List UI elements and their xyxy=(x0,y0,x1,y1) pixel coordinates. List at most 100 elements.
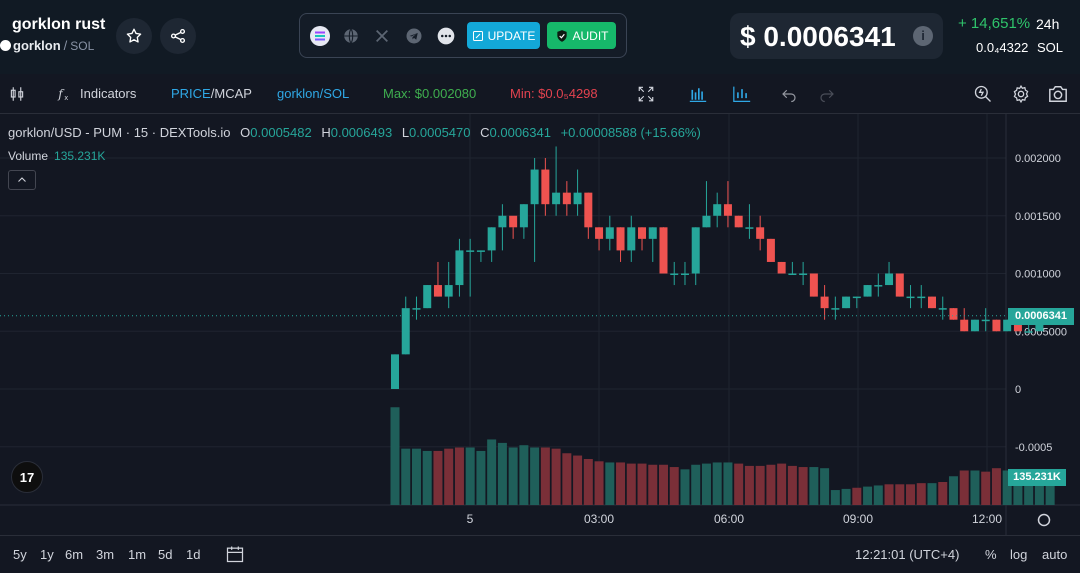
candle-body xyxy=(648,227,657,239)
price-chart[interactable]: 0.0020000.0015000.0010000.00050000-0.000… xyxy=(0,114,1080,535)
price-mcap-toggle[interactable]: PRICE/MCAP xyxy=(171,86,252,101)
indicators-button[interactable]: Indicators xyxy=(80,86,136,101)
candle-body xyxy=(874,285,883,287)
sol-price-unit: SOL xyxy=(1037,40,1064,55)
percent-scale-toggle[interactable]: % xyxy=(985,547,997,562)
volume-bar xyxy=(551,448,561,505)
volume-bar xyxy=(873,485,883,505)
candle-body xyxy=(541,169,550,205)
candle-body xyxy=(455,250,464,286)
volume-bar xyxy=(648,464,658,505)
legend-open-value: 0.0005482 xyxy=(250,125,312,140)
range-1y[interactable]: 1y xyxy=(40,547,54,562)
range-1m[interactable]: 1m xyxy=(128,547,146,562)
volume-bar xyxy=(583,459,593,505)
candle-body xyxy=(992,319,1001,332)
range-3m[interactable]: 3m xyxy=(96,547,114,562)
undo-icon[interactable] xyxy=(778,83,800,105)
candle-body xyxy=(831,308,840,310)
bottom-bar: 5y 1y 6m 3m 1m 5d 1d 12:21:01 (UTC+4) % … xyxy=(0,535,1080,573)
token-header: gorklon rust gorklon / SOL UPDATE AUDIT … xyxy=(0,0,1080,74)
info-icon[interactable]: i xyxy=(913,26,933,46)
indicators-fx-icon[interactable]: fx xyxy=(54,83,76,105)
price-display: $ 0.0006341 i xyxy=(730,13,943,59)
auto-scale-toggle[interactable]: auto xyxy=(1042,547,1067,562)
svg-text:x: x xyxy=(64,94,68,102)
candle-body xyxy=(885,273,894,286)
share-button[interactable] xyxy=(160,18,196,54)
candle-body xyxy=(680,273,689,275)
volume-value: 135.231K xyxy=(54,149,106,163)
telegram-icon[interactable] xyxy=(404,26,424,46)
update-button[interactable]: UPDATE xyxy=(467,22,540,49)
sol-price: 0.0₄4322 xyxy=(976,40,1029,55)
volume-bar xyxy=(497,442,507,505)
candle-body xyxy=(423,285,432,309)
calendar-icon[interactable] xyxy=(225,544,245,569)
volume-bar xyxy=(852,487,862,505)
x-twitter-icon[interactable] xyxy=(372,26,392,46)
legend-close-key: C xyxy=(480,125,490,140)
range-6m[interactable]: 6m xyxy=(65,547,83,562)
volume-bar xyxy=(487,439,497,505)
website-globe-icon[interactable] xyxy=(341,26,361,46)
candle-body xyxy=(938,308,947,310)
token-pair: gorklon / SOL xyxy=(0,38,94,53)
volume-bar xyxy=(444,448,454,505)
candle-body xyxy=(928,296,936,309)
chart-type-candles-icon[interactable] xyxy=(6,83,28,105)
legend-low-value: 0.0005470 xyxy=(409,125,471,140)
collapse-legend-button[interactable] xyxy=(8,170,36,190)
line-chart-icon[interactable] xyxy=(731,83,753,105)
candle-body xyxy=(627,227,636,251)
volume-bar xyxy=(390,407,400,505)
change-period: 24h xyxy=(1036,16,1060,32)
last-volume-label: 135.231K xyxy=(1008,469,1066,486)
volume-bar xyxy=(422,450,432,505)
range-5d[interactable]: 5d xyxy=(158,547,172,562)
redo-icon[interactable] xyxy=(816,83,838,105)
solana-chain-icon[interactable] xyxy=(310,26,330,46)
more-links-icon[interactable] xyxy=(436,26,456,46)
audit-button[interactable]: AUDIT xyxy=(547,22,616,49)
candle-body xyxy=(487,227,496,251)
audit-label: AUDIT xyxy=(572,28,609,43)
candle-body xyxy=(906,296,915,299)
y-tick-label: 0.002000 xyxy=(1015,153,1061,165)
volume-bar xyxy=(669,467,679,505)
quote-symbol: SOL xyxy=(70,38,95,53)
volume-label: Volume xyxy=(8,149,49,163)
settings-gear-icon[interactable] xyxy=(1010,83,1032,105)
token-symbol: gorklon xyxy=(13,38,61,53)
volume-bar xyxy=(691,464,701,505)
tradingview-logo[interactable]: 17 xyxy=(11,461,43,493)
candle-body xyxy=(412,308,421,310)
candle-body xyxy=(809,273,818,297)
clock-timezone[interactable]: 12:21:01 (UTC+4) xyxy=(855,547,959,562)
volume-bar xyxy=(927,483,937,505)
volume-bar xyxy=(938,482,948,505)
legend-high-value: 0.0006493 xyxy=(330,125,393,140)
range-5y[interactable]: 5y xyxy=(13,547,27,562)
log-scale-toggle[interactable]: log xyxy=(1010,547,1027,562)
candle-body xyxy=(1024,331,1033,333)
range-1d[interactable]: 1d xyxy=(186,547,200,562)
bar-chart-icon[interactable] xyxy=(687,83,709,105)
legend-open-key: O xyxy=(240,125,251,140)
volume-bar xyxy=(411,448,421,505)
star-icon xyxy=(126,28,142,43)
volume-bar xyxy=(712,462,722,505)
fullscreen-icon[interactable] xyxy=(635,83,657,105)
candle-body xyxy=(391,354,399,389)
volume-bar xyxy=(798,467,808,505)
mcap-toggle-label: MCAP xyxy=(214,86,252,101)
pair-switch-button[interactable]: gorklon/SOL xyxy=(277,86,349,101)
favorite-button[interactable] xyxy=(116,18,152,54)
camera-screenshot-icon[interactable] xyxy=(1047,83,1069,105)
candle-body xyxy=(799,273,808,275)
quick-search-icon[interactable] xyxy=(972,83,994,105)
volume-bar xyxy=(476,450,486,505)
candle-body xyxy=(444,285,453,297)
candle-body xyxy=(498,215,507,228)
chart-toolbar: fx Indicators PRICE/MCAP gorklon/SOL Max… xyxy=(0,74,1080,114)
